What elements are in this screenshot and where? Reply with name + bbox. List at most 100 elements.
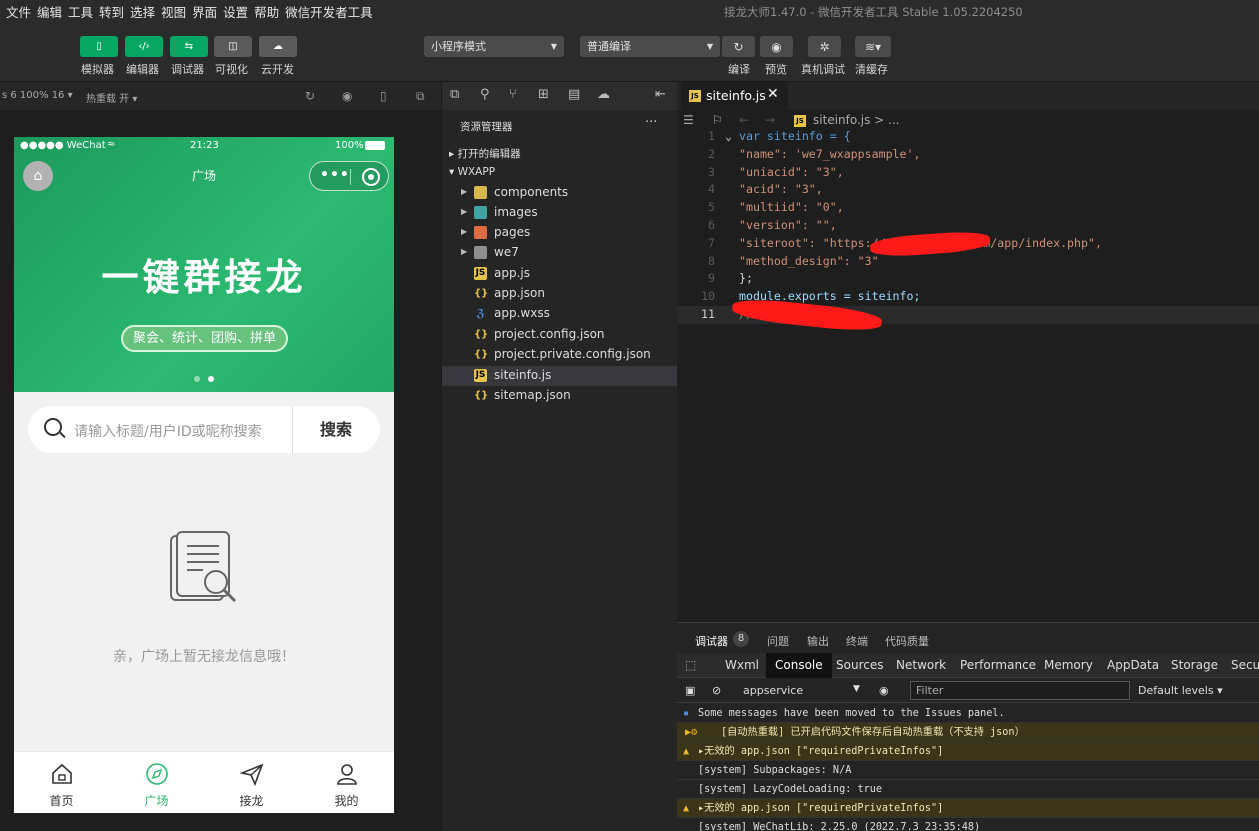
tree-item-we7[interactable]: ▶ we7 — [442, 243, 678, 263]
panel-wxml[interactable]: Wxml — [725, 658, 759, 672]
tree-item-images[interactable]: ▶ images — [442, 203, 678, 223]
tree-item-project-config[interactable]: {} project.config.json — [442, 325, 678, 345]
tab-debugger[interactable]: 调试器 — [695, 633, 728, 649]
clear-cache-button[interactable]: ≋▾ — [855, 36, 891, 57]
close-icon[interactable]: ✕ — [767, 86, 779, 102]
more-icon[interactable]: ··· — [645, 115, 657, 130]
tab-output[interactable]: 输出 — [807, 633, 829, 649]
cloud-dev-button[interactable]: ☁ — [259, 36, 297, 57]
list-icon[interactable]: ☰ — [683, 113, 694, 127]
breadcrumb-path[interactable]: siteinfo.js > ... — [813, 113, 900, 127]
stop-icon[interactable]: ◉ — [342, 89, 352, 103]
panel-console[interactable]: Console — [766, 653, 832, 678]
window-icon[interactable]: ⧉ — [416, 89, 425, 104]
forward-icon[interactable]: → — [765, 113, 775, 127]
menu-settings[interactable]: 设置 — [223, 2, 248, 21]
search-input[interactable]: 请输入标题/用户ID或昵称搜索 — [74, 421, 262, 441]
collapse-icon[interactable]: ⇤ — [655, 87, 666, 102]
tree-item-project-private-config[interactable]: {} project.private.config.json — [442, 345, 678, 365]
clear-console-icon[interactable]: ⊘ — [712, 684, 721, 697]
panel-security[interactable]: Secur — [1231, 658, 1259, 672]
docker-icon[interactable]: ☁ — [597, 87, 610, 102]
tab-home[interactable]: 首页 — [14, 752, 109, 813]
chevron-right-icon: ▶ — [461, 187, 468, 196]
inspect-icon[interactable]: ⬚ — [685, 658, 696, 672]
tree-item-app-js[interactable]: JS app.js — [442, 264, 678, 284]
tab-siteinfo-js[interactable]: JS siteinfo.js ✕ — [681, 82, 788, 110]
tree-item-pages[interactable]: ▶ pages — [442, 223, 678, 243]
files-icon[interactable]: ⧉ — [450, 87, 459, 102]
mini-program-capsule[interactable]: ••• — [309, 161, 389, 191]
close-icon[interactable] — [362, 168, 380, 186]
git-icon[interactable]: ⑂ — [509, 87, 517, 102]
menu-select[interactable]: 选择 — [130, 2, 155, 21]
compile-button[interactable]: ↻ — [722, 36, 755, 57]
panel-appdata[interactable]: AppData — [1107, 658, 1159, 672]
compile-mode-select[interactable]: 普通编译 ▼ — [580, 36, 720, 57]
tab-problems[interactable]: 问题 — [767, 633, 789, 649]
preview-button[interactable]: ◉ — [760, 36, 793, 57]
panel-performance[interactable]: Performance — [960, 658, 1036, 672]
device-select[interactable]: s 6 100% 16 ▾ — [2, 90, 73, 101]
panel-network[interactable]: Network — [896, 658, 946, 672]
remote-debug-button[interactable]: ✲ — [808, 36, 841, 57]
fold-icon[interactable]: ⌄ — [725, 128, 732, 146]
tab-mine[interactable]: 我的 — [299, 752, 394, 813]
more-icon[interactable]: ••• — [320, 167, 350, 183]
preview-label: 预览 — [765, 63, 787, 76]
carousel-dot-active[interactable] — [208, 376, 214, 382]
bookmark-icon[interactable]: ⚐ — [712, 113, 723, 127]
menu-tools[interactable]: 工具 — [68, 2, 93, 21]
tab-relay[interactable]: 接龙 — [204, 752, 299, 813]
refresh-icon[interactable]: ↻ — [305, 89, 315, 103]
visual-label: 可视化 — [215, 63, 248, 76]
menu-wechat-devtools[interactable]: 微信开发者工具 — [285, 2, 373, 21]
search-button[interactable]: 搜索 — [292, 406, 380, 453]
tree-item-siteinfo-js[interactable]: JS siteinfo.js — [442, 366, 678, 386]
chevron-down-icon[interactable]: ▼ — [853, 684, 860, 694]
panel-storage[interactable]: Storage — [1171, 658, 1218, 672]
log-levels-select[interactable]: Default levels ▾ — [1138, 684, 1223, 697]
menu-goto[interactable]: 转到 — [99, 2, 124, 21]
menu-file[interactable]: 文件 — [6, 2, 31, 21]
visual-toggle-button[interactable]: ◫ — [214, 36, 252, 57]
mode-select[interactable]: 小程序模式 ▼ — [424, 36, 564, 57]
open-editors-section[interactable]: ▸ 打开的编辑器 — [449, 146, 521, 161]
tree-item-components[interactable]: ▶ components — [442, 183, 678, 203]
tree-item-app-json[interactable]: {} app.json — [442, 284, 678, 304]
tree-item-sitemap-json[interactable]: {} sitemap.json — [442, 386, 678, 406]
panel-sources[interactable]: Sources — [836, 658, 883, 672]
menu-view[interactable]: 视图 — [161, 2, 186, 21]
back-icon[interactable]: ← — [739, 113, 749, 127]
hotreload-select[interactable]: 热重载 开 ▾ — [86, 90, 137, 105]
menu-interface[interactable]: 界面 — [192, 2, 217, 21]
console-warning[interactable]: ▲ ▸无效的 app.json ["requiredPrivateInfos"] — [677, 742, 1259, 761]
phone-icon[interactable]: ▯ — [380, 89, 387, 103]
sidebar-toggle-icon[interactable]: ▣ — [685, 684, 695, 697]
toolbar: ▯ ‹/› ⇆ ◫ ☁ 模拟器 编辑器 调试器 可视化 云开发 小程序模式 ▼ 普… — [0, 22, 1259, 82]
tree-item-app-wxss[interactable]: ℨapp.wxss — [442, 304, 678, 324]
context-select[interactable]: appservice — [743, 684, 803, 697]
console-warning[interactable]: ▲ ▸无效的 app.json ["requiredPrivateInfos"] — [677, 799, 1259, 818]
editor-toggle-button[interactable]: ‹/› — [125, 36, 163, 57]
tab-code-quality[interactable]: 代码质量 — [885, 633, 929, 649]
code-area[interactable]: 1 ⌄ var siteinfo = { 2 "name": 'we7_wxappsa… — [677, 128, 1259, 324]
carousel-dot[interactable] — [194, 376, 200, 382]
banner[interactable]: ●●●●● WeChat ≈ 21:23 100% ⌂ 广场 ••• 一键群接龙… — [14, 137, 394, 392]
eye-icon: ◉ — [771, 39, 782, 54]
panel-memory[interactable]: Memory — [1044, 658, 1093, 672]
panel-icon[interactable]: ▤ — [568, 87, 580, 102]
empty-state-text: 亲，广场上暂无接龙信息哦！ — [113, 649, 295, 665]
tab-terminal[interactable]: 终端 — [846, 633, 868, 649]
tab-square[interactable]: 广场 — [109, 752, 204, 813]
console-filter-input[interactable]: Filter — [910, 681, 1130, 700]
project-section[interactable]: ▾ WXAPP — [449, 166, 495, 178]
menu-help[interactable]: 帮助 — [254, 2, 279, 21]
status-time: 21:23 — [190, 140, 219, 151]
menu-edit[interactable]: 编辑 — [37, 2, 62, 21]
simulator-toggle-button[interactable]: ▯ — [80, 36, 118, 57]
extensions-icon[interactable]: ⊞ — [538, 87, 549, 102]
search-icon[interactable]: ⚲ — [480, 87, 490, 102]
eye-icon[interactable]: ◉ — [879, 684, 889, 697]
debugger-toggle-button[interactable]: ⇆ — [170, 36, 208, 57]
